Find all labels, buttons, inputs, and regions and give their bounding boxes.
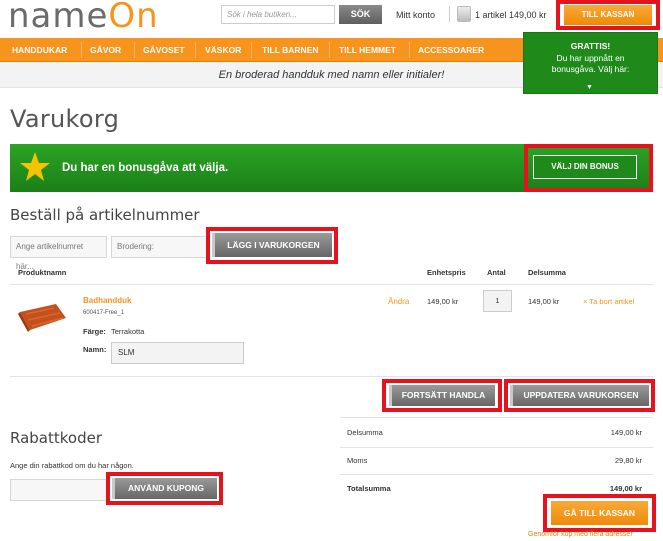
nav-separator: [134, 42, 135, 58]
search-button[interactable]: SÖK: [339, 5, 382, 24]
order-by-sku-title: Beställ på artikelnummer: [10, 206, 200, 224]
bonus-banner-text: Du har en bonusgåva att välja.: [62, 162, 229, 174]
product-image[interactable]: [16, 302, 68, 334]
col-header-subtotal: Delsumma: [528, 268, 566, 277]
search-input[interactable]: Sök i hela butiken...: [221, 5, 335, 24]
cart-summary[interactable]: 1 artikel 149,00 kr: [475, 10, 547, 20]
coupon-hint: Ange din rabattkod om du har någon.: [10, 461, 134, 470]
chevron-down-icon: ▼: [586, 84, 593, 91]
page-title: Varukorg: [10, 105, 120, 133]
table-divider: [10, 376, 653, 377]
color-value: Terrakotta: [111, 327, 145, 336]
nav-item-accessoarer[interactable]: ACCESSOARER: [418, 38, 484, 62]
nav-separator: [409, 42, 410, 58]
edit-item-link[interactable]: Ändra: [388, 297, 409, 306]
bonus-popup-line1: Du har uppnått en: [556, 53, 625, 63]
nav-item-vaskor[interactable]: VÄSKOR: [205, 38, 241, 62]
nav-item-till-barnen[interactable]: TILL BARNEN: [262, 38, 319, 62]
subtotal-label: Delsumma: [347, 428, 383, 437]
checkout-top-button[interactable]: TILL KASSAN: [564, 5, 652, 25]
coupon-input[interactable]: [10, 479, 110, 501]
nav-separator: [195, 42, 196, 58]
nav-item-gavor[interactable]: GÅVOR: [90, 38, 121, 62]
nav-separator: [81, 42, 82, 58]
add-to-cart-button[interactable]: LÄGG I VARUKORGEN: [212, 233, 332, 257]
logo-text-on: On: [108, 0, 159, 36]
product-name-link[interactable]: Badhandduk: [83, 296, 131, 305]
logo[interactable]: nameOn: [8, 0, 159, 36]
tax-label: Moms: [347, 456, 368, 465]
table-divider: [10, 284, 653, 285]
tax-value: 29,80 kr: [614, 456, 642, 465]
col-header-qty: Antal: [487, 268, 506, 277]
continue-shopping-button[interactable]: FORTSÄTT HANDLA: [389, 385, 495, 406]
subtotal-value: 149,00 kr: [610, 428, 642, 437]
col-header-unit-price: Enhetspris: [427, 268, 466, 277]
color-label: Färge:: [83, 327, 106, 336]
embroidery-name-field[interactable]: SLM: [111, 342, 244, 364]
name-label: Namn:: [83, 345, 107, 354]
col-header-product: Produktnamn: [18, 268, 67, 277]
account-link[interactable]: Mitt konto: [396, 10, 435, 20]
sku-input[interactable]: Ange artikelnumret här...: [10, 236, 107, 271]
embroidery-input[interactable]: Brodering:: [111, 236, 208, 258]
totals-divider: [340, 447, 653, 448]
choose-bonus-button[interactable]: VÄLJ DIN BONUS: [533, 155, 637, 179]
star-icon: [20, 152, 50, 181]
nav-item-till-hemmet[interactable]: TILL HEMMET: [339, 38, 396, 62]
header-divider: [449, 6, 450, 22]
unit-price: 149,00 kr: [427, 297, 459, 306]
apply-coupon-button[interactable]: ANVÄND KUPONG: [112, 478, 217, 499]
totals-divider: [340, 417, 653, 418]
nav-item-gavoset[interactable]: GÅVOSET: [143, 38, 185, 62]
grand-total-label: Totalsumma: [347, 484, 391, 493]
bonus-popup-line2: bonusgåva. Välj här:: [551, 64, 630, 74]
logo-text-name: name: [8, 0, 109, 36]
nav-item-handdukar[interactable]: HANDDUKAR: [12, 38, 67, 62]
nav-separator: [251, 42, 252, 58]
quantity-input[interactable]: 1: [483, 290, 512, 312]
remove-item-link[interactable]: × Ta bort artikel: [583, 297, 634, 306]
multi-address-link[interactable]: Genomför köp med flera adresser: [528, 531, 633, 538]
checkout-button[interactable]: GÅ TILL KASSAN: [551, 501, 648, 525]
bonus-popup-title: GRATTIS!: [570, 41, 611, 51]
product-sku: 600417-Free_1: [83, 310, 125, 316]
coupon-title: Rabattkoder: [10, 429, 103, 447]
cart-icon[interactable]: [457, 6, 471, 22]
totals-divider: [340, 474, 653, 475]
line-total: 149,00 kr: [528, 297, 560, 306]
update-cart-button[interactable]: UPPDATERA VARUKORGEN: [510, 385, 649, 406]
grand-total-value: 149,00 kr: [609, 484, 642, 493]
nav-separator: [329, 42, 330, 58]
